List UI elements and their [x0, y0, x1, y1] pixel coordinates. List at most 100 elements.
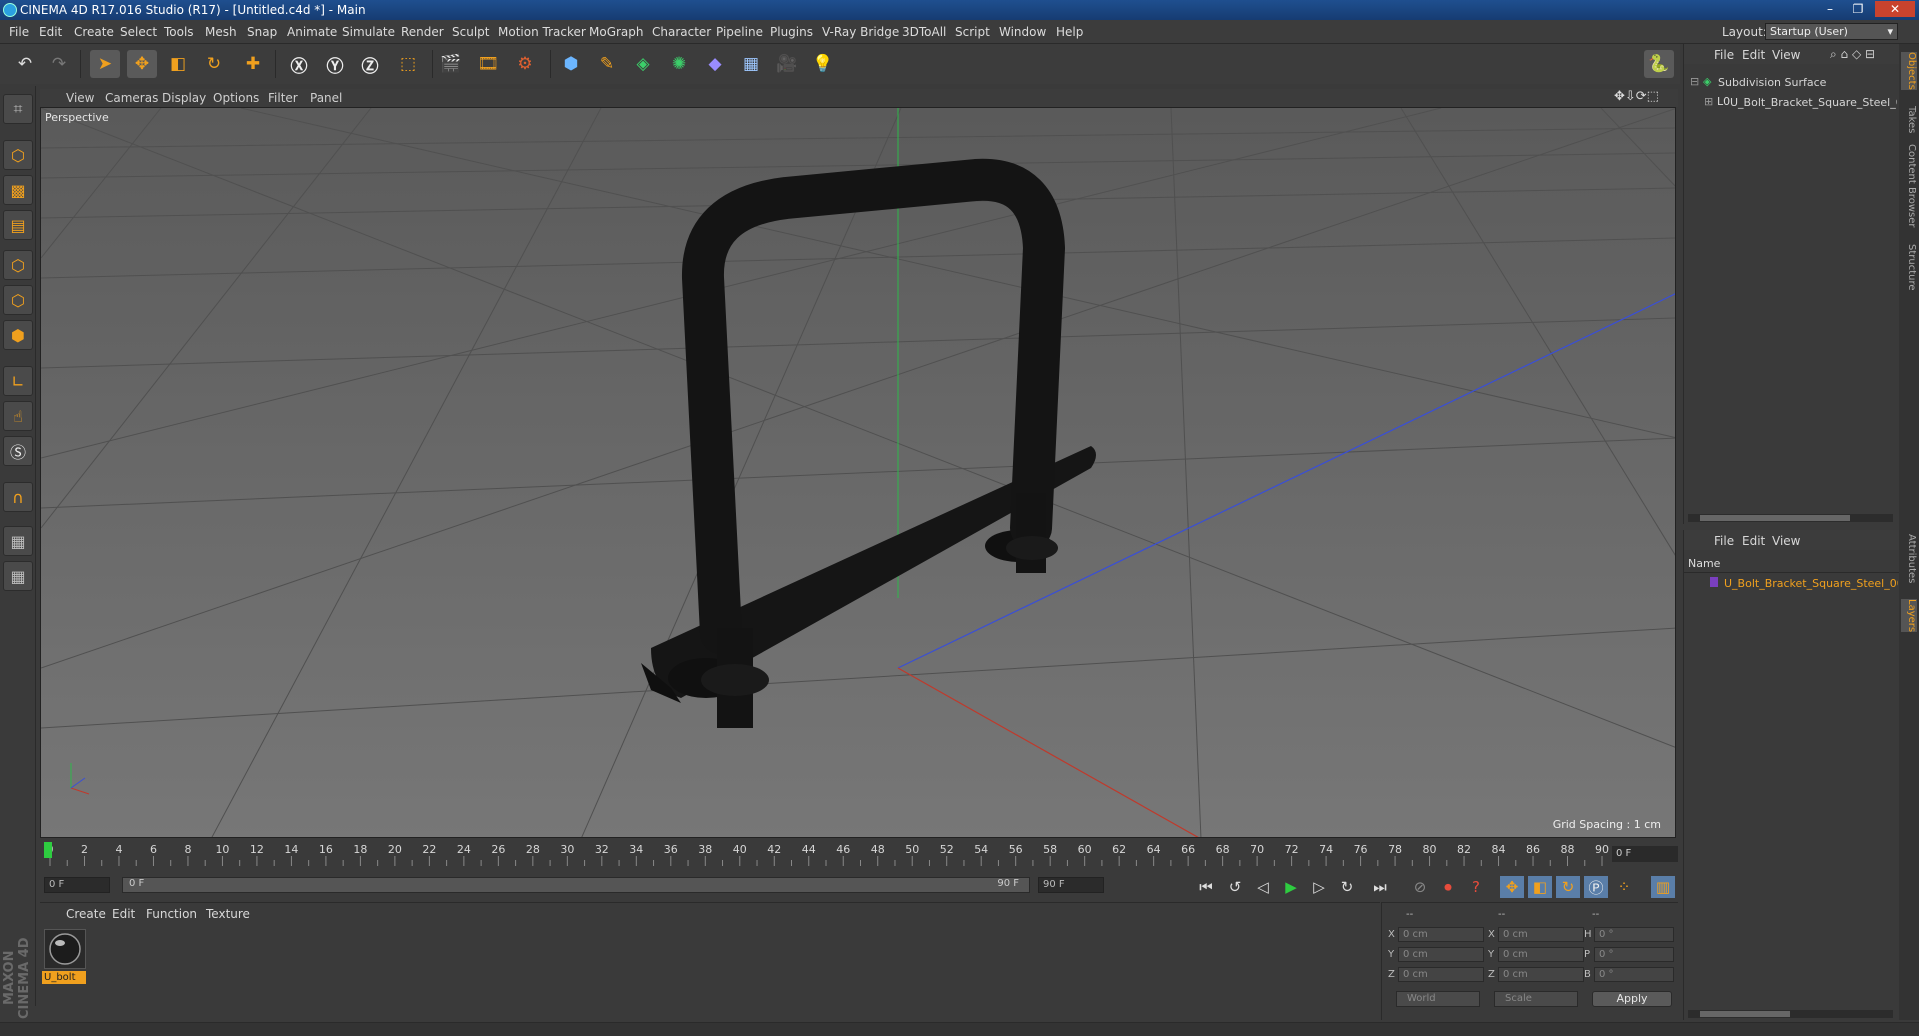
close-button[interactable]: ✕ [1875, 1, 1915, 17]
viewport-menu-options[interactable]: Options [213, 91, 259, 105]
material-menu-create[interactable]: Create [66, 907, 106, 921]
menu-mesh[interactable]: Mesh [205, 25, 237, 39]
viewport-menu-cameras[interactable]: Cameras [105, 91, 158, 105]
transform-mode-select[interactable]: Scale [1494, 991, 1578, 1007]
maximize-button[interactable]: ❐ [1845, 1, 1871, 17]
tab-structure[interactable]: Structure [1901, 244, 1917, 291]
material-menu-function[interactable]: Function [146, 907, 197, 921]
tab-content-browser[interactable]: Content Browser [1901, 144, 1917, 227]
tree-row-subdivision-surface[interactable]: ⊟ ◈ Subdivision Surface [1684, 74, 1899, 90]
horizontal-scrollbar[interactable] [1688, 1010, 1893, 1018]
autokey-icon[interactable]: ⏺ [1436, 876, 1460, 898]
objects-menu-edit[interactable]: Edit [1742, 48, 1765, 62]
render-view-icon[interactable]: 🎬 [436, 50, 466, 78]
layers-menu-file[interactable]: File [1714, 534, 1734, 548]
menu-edit[interactable]: Edit [39, 25, 62, 39]
material-name-label[interactable]: U_bolt [42, 971, 86, 984]
menu-vray-bridge[interactable]: V-Ray Bridge [822, 25, 899, 39]
viewport-menu-filter[interactable]: Filter [268, 91, 298, 105]
model-mode-icon[interactable]: ⬡ [3, 140, 33, 170]
python-icon[interactable]: 🐍 [1644, 50, 1674, 78]
menu-simulate[interactable]: Simulate [342, 25, 395, 39]
scale-icon[interactable]: ◧ [163, 50, 193, 78]
menu-file[interactable]: File [9, 25, 29, 39]
menu-snap[interactable]: Snap [247, 25, 277, 39]
viewport-menu-view[interactable]: View [66, 91, 94, 105]
tree-row-u-bolt[interactable]: ⊞ L0 U_Bolt_Bracket_Square_Steel_001 [1684, 94, 1899, 110]
menu-help[interactable]: Help [1056, 25, 1083, 39]
make-editable-icon[interactable]: ⌗ [3, 94, 33, 124]
cube-icon[interactable]: ⬢ [556, 50, 586, 78]
workplane-lock-icon[interactable]: ▦ [3, 526, 33, 556]
objects-menu-file[interactable]: File [1714, 48, 1734, 62]
menu-3dtoall[interactable]: 3DToAll [902, 25, 946, 39]
edges-mode-icon[interactable]: ⬡ [3, 285, 33, 315]
polygons-mode-icon[interactable]: ⬢ [3, 320, 33, 350]
menu-script[interactable]: Script [955, 25, 990, 39]
menu-animate[interactable]: Animate [287, 25, 337, 39]
add-icon[interactable]: ✚ [238, 50, 268, 78]
position-key-icon[interactable]: ✥ [1500, 876, 1524, 898]
x-axis-icon[interactable]: Ⓧ [284, 50, 314, 78]
snap-icon[interactable]: Ⓢ [3, 436, 33, 466]
redo-icon[interactable]: ↷ [44, 50, 74, 78]
keyframe-selection-icon[interactable]: ? [1464, 876, 1488, 898]
previous-frame-icon[interactable]: ◁ [1251, 876, 1275, 898]
axis-mode-icon[interactable]: ∟ [3, 366, 33, 396]
select-icon[interactable]: ➤ [90, 50, 120, 78]
material-menu-texture[interactable]: Texture [206, 907, 250, 921]
start-frame-field[interactable]: 0 F [44, 877, 110, 893]
end-frame-field[interactable]: 90 F [1038, 877, 1104, 893]
timeline-window-icon[interactable]: ▥ [1651, 876, 1675, 898]
position-x-field[interactable]: 0 cm [1398, 927, 1484, 942]
next-key-icon[interactable]: ↻ [1335, 876, 1359, 898]
menu-motion-tracker[interactable]: Motion Tracker [498, 25, 586, 39]
position-z-field[interactable]: 0 cm [1398, 967, 1484, 982]
horizontal-scrollbar[interactable] [1688, 514, 1893, 522]
rotation-h-field[interactable]: 0 ° [1594, 927, 1674, 942]
tab-objects[interactable]: Objects [1901, 52, 1917, 90]
z-axis-icon[interactable]: Ⓩ [355, 50, 385, 78]
timeline-ruler[interactable]: 0246810121416182022242628303234363840424… [40, 840, 1678, 870]
expand-icon[interactable]: ⊞ [1704, 95, 1713, 108]
rotate-icon[interactable]: ↻ [199, 50, 229, 78]
menu-create[interactable]: Create [74, 25, 114, 39]
coordinate-space-select[interactable]: World [1396, 991, 1480, 1007]
coord-system-icon[interactable]: ⬚ [393, 50, 423, 78]
layers-menu-edit[interactable]: Edit [1742, 534, 1765, 548]
rotation-key-icon[interactable]: ↻ [1556, 876, 1580, 898]
material-menu-edit[interactable]: Edit [112, 907, 135, 921]
menu-select[interactable]: Select [120, 25, 157, 39]
objects-toolbar-icons[interactable]: ⌕ ⌂ ◇ ⊟ [1830, 47, 1875, 62]
size-x-field[interactable]: 0 cm [1498, 927, 1584, 942]
record-keys-icon[interactable]: ⊘ [1408, 876, 1432, 898]
points-mode-icon[interactable]: ⬡ [3, 250, 33, 280]
scale-key-icon[interactable]: ◧ [1528, 876, 1552, 898]
render-picture-viewer-icon[interactable]: 🎞 [473, 50, 503, 78]
minimize-button[interactable]: – [1817, 1, 1843, 17]
play-icon[interactable]: ▶ [1279, 876, 1303, 898]
tab-takes[interactable]: Takes [1901, 106, 1917, 133]
light-icon[interactable]: 💡 [808, 50, 838, 78]
material-preview-thumbnail[interactable] [44, 929, 86, 969]
viewport-menu-display[interactable]: Display [162, 91, 206, 105]
camera-icon[interactable]: 🎥 [772, 50, 802, 78]
go-to-start-icon[interactable]: ⏮ [1194, 876, 1218, 898]
apply-button[interactable]: Apply [1592, 991, 1672, 1007]
tab-layers[interactable]: Layers [1901, 599, 1917, 633]
scrollbar-thumb[interactable] [1700, 515, 1850, 521]
collapse-icon[interactable]: ⊟ [1690, 75, 1699, 88]
subdivision-icon[interactable]: ◈ [628, 50, 658, 78]
move-icon[interactable]: ✥ [127, 50, 157, 78]
viewport-nav-icons[interactable]: ✥⇩⟳⬚ [1614, 89, 1659, 104]
point-level-animation-icon[interactable]: ⁘ [1612, 876, 1636, 898]
undo-icon[interactable]: ↶ [10, 50, 40, 78]
objects-menu-view[interactable]: View [1772, 48, 1800, 62]
pen-icon[interactable]: ✎ [592, 50, 622, 78]
menu-pipeline[interactable]: Pipeline [716, 25, 763, 39]
floor-icon[interactable]: ▦ [736, 50, 766, 78]
menu-plugins[interactable]: Plugins [770, 25, 813, 39]
texture-mode-icon[interactable]: ▩ [3, 175, 33, 205]
edit-render-settings-icon[interactable]: ⚙ [510, 50, 540, 78]
viewport-menu-panel[interactable]: Panel [310, 91, 342, 105]
